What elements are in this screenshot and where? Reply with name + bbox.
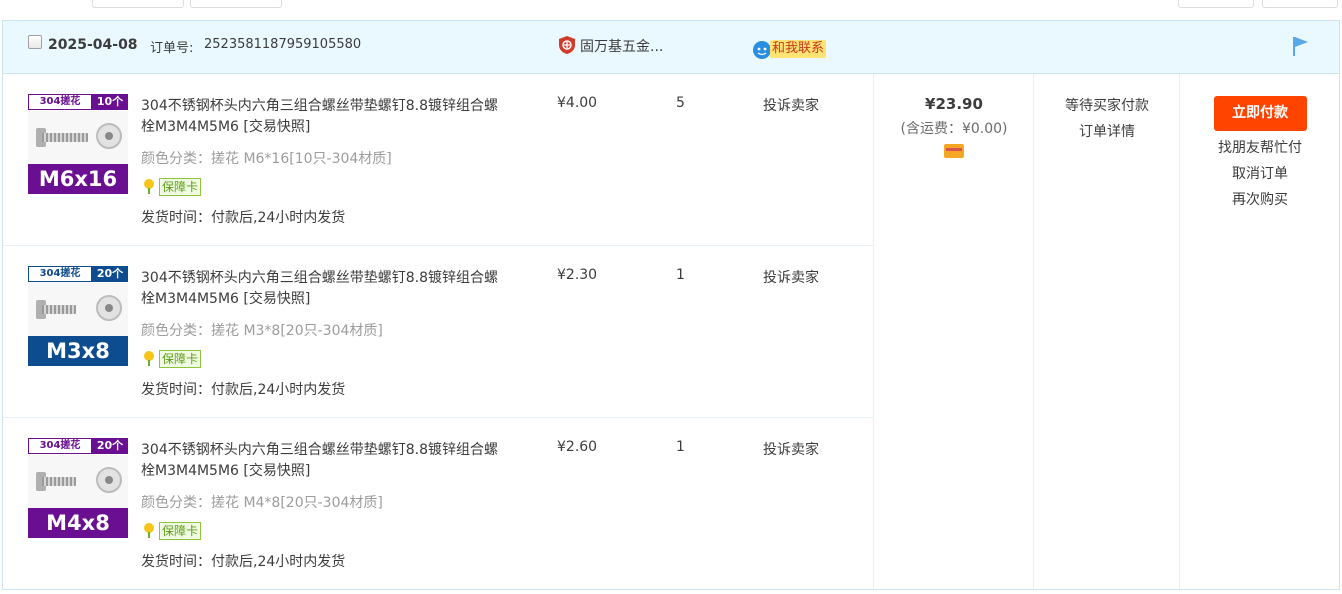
quantity: 1 (676, 439, 685, 455)
order-operations-column: 立即付款 找朋友帮忙付 取消订单 再次购买 (1179, 74, 1340, 589)
shipping-time: 发货时间：付款后,24小时内发货 (141, 382, 346, 398)
unit-price: ¥4.00 (557, 95, 598, 111)
order-date: 2025-04-08 (48, 37, 138, 53)
order-status-column: 等待买家付款 订单详情 (1033, 74, 1180, 589)
screw-image (28, 111, 128, 164)
order-status: 等待买家付款 (1065, 98, 1149, 114)
order-header: 2025-04-08 订单号: 2523581187959105580 固万基五… (3, 21, 1339, 74)
thumb-count-tag: 10个 (92, 94, 128, 110)
order-number-label: 订单号: (150, 41, 194, 56)
product-sku: 颜色分类：搓花 M3*8[20只-304材质] (141, 323, 383, 339)
order-items: 304搓花 10个 M6x16 304不锈钢杯头内六角三组合螺丝带垫螺钉8.8镀… (3, 74, 873, 589)
product-sku: 颜色分类：搓花 M4*8[20只-304材质] (141, 495, 383, 511)
shipping-fee: (含运费：¥0.00) (900, 121, 1008, 137)
pager-button-stub[interactable] (1178, 0, 1254, 8)
unit-price: ¥2.30 (557, 267, 598, 283)
order-total: ¥23.90 (925, 95, 983, 113)
order-number: 2523581187959105580 (204, 37, 362, 52)
flag-icon[interactable] (1290, 35, 1310, 57)
product-thumbnail[interactable]: 304搓花 10个 M6x16 (28, 94, 128, 194)
payment-card-icon (944, 144, 964, 158)
screw-image (28, 283, 128, 336)
order-total-column: ¥23.90 (含运费：¥0.00) (873, 74, 1034, 589)
complain-seller-link[interactable]: 投诉卖家 (763, 95, 819, 115)
thumb-material-tag: 304搓花 (28, 438, 92, 454)
toolbar-button-stub[interactable] (190, 0, 282, 8)
quantity: 5 (676, 95, 685, 111)
order-card: 2025-04-08 订单号: 2523581187959105580 固万基五… (2, 20, 1340, 590)
order-select-checkbox[interactable] (28, 35, 42, 49)
unit-price: ¥2.60 (557, 439, 598, 455)
contact-seller-button[interactable]: 和我联系 (770, 40, 827, 58)
thumb-size-label: M4x8 (28, 508, 128, 538)
complain-seller-link[interactable]: 投诉卖家 (763, 267, 819, 287)
product-thumbnail[interactable]: 304搓花 20个 M3x8 (28, 266, 128, 366)
shipping-time: 发货时间：付款后,24小时内发货 (141, 554, 346, 570)
ask-friend-pay-link[interactable]: 找朋友帮忙付 (1180, 137, 1340, 157)
screw-image (28, 455, 128, 508)
shop-shield-icon (559, 36, 575, 54)
product-title-link[interactable]: 304不锈钢杯头内六角三组合螺丝带垫螺钉8.8镀锌组合螺栓M3M4M5M6 [交… (141, 440, 511, 482)
product-title-link[interactable]: 304不锈钢杯头内六角三组合螺丝带垫螺钉8.8镀锌组合螺栓M3M4M5M6 [交… (141, 268, 511, 310)
shop-name-link[interactable]: 固万基五金... (580, 36, 663, 56)
thumb-count-tag: 20个 (92, 266, 128, 282)
cancel-order-link[interactable]: 取消订单 (1180, 163, 1340, 183)
product-title-link[interactable]: 304不锈钢杯头内六角三组合螺丝带垫螺钉8.8镀锌组合螺栓M3M4M5M6 [交… (141, 96, 511, 138)
thumb-size-label: M6x16 (28, 164, 128, 194)
guarantee-card-label: 保障卡 (159, 350, 202, 368)
guarantee-card-label: 保障卡 (159, 178, 202, 196)
guarantee-card-label: 保障卡 (159, 522, 202, 540)
toolbar-button-stub[interactable] (92, 0, 184, 8)
thumb-count-tag: 20个 (92, 438, 128, 454)
flower-icon (144, 351, 154, 366)
thumb-size-label: M3x8 (28, 336, 128, 366)
order-item: 304搓花 20个 M4x8 304不锈钢杯头内六角三组合螺丝带垫螺钉8.8镀锌… (3, 418, 873, 589)
order-item: 304搓花 10个 M6x16 304不锈钢杯头内六角三组合螺丝带垫螺钉8.8镀… (3, 74, 873, 246)
product-sku: 颜色分类：搓花 M6*16[10只-304材质] (141, 151, 392, 167)
shipping-time: 发货时间：付款后,24小时内发货 (141, 210, 346, 226)
pay-now-button[interactable]: 立即付款 (1213, 96, 1307, 131)
buy-again-link[interactable]: 再次购买 (1180, 189, 1340, 209)
product-thumbnail[interactable]: 304搓花 20个 M4x8 (28, 438, 128, 538)
quantity: 1 (676, 267, 685, 283)
thumb-material-tag: 304搓花 (28, 94, 92, 110)
thumb-material-tag: 304搓花 (28, 266, 92, 282)
wangwang-chat-icon[interactable] (752, 40, 772, 60)
flower-icon (144, 179, 154, 194)
order-detail-link[interactable]: 订单详情 (1034, 121, 1180, 141)
flower-icon (144, 523, 154, 538)
pager-button-stub[interactable] (1262, 0, 1338, 8)
complain-seller-link[interactable]: 投诉卖家 (763, 439, 819, 459)
order-item: 304搓花 20个 M3x8 304不锈钢杯头内六角三组合螺丝带垫螺钉8.8镀锌… (3, 246, 873, 418)
top-toolbar-stubs (0, 0, 1342, 10)
